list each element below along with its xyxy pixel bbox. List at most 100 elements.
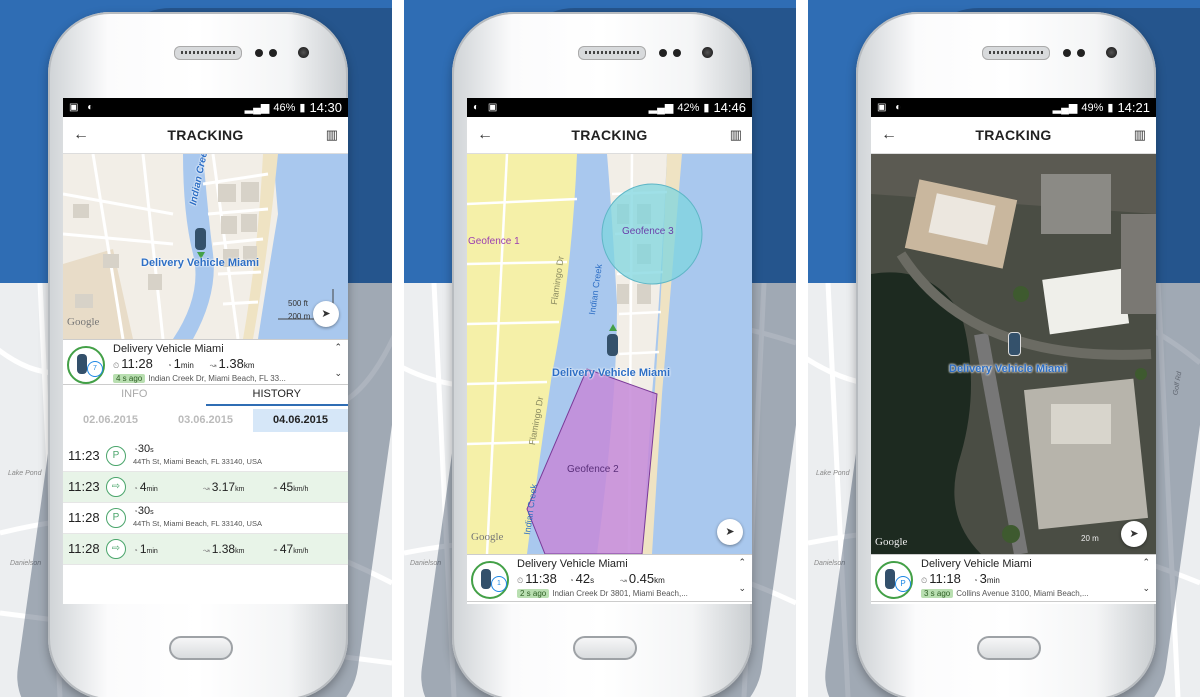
chevron-up-icon[interactable]: ⌃ (334, 342, 342, 353)
camera-icon (702, 47, 713, 58)
history-row[interactable]: 11:28 ⇨ ◔ 1min ↝ 1.38km ◓ 47km/h (63, 534, 348, 565)
duration-icon: ◔ (133, 546, 138, 555)
phone-frame: ▣ ◐ ▂▄▆ 46% ▮ 14:30 ← TRACKING ▥ Indian … (48, 12, 348, 697)
page-title: TRACKING (571, 127, 648, 143)
clock: 14:21 (1117, 100, 1150, 115)
phone-screen: ▣ ◐ ▂▄▆ 49% ▮ 14:21 ← TRACKING ▥ Deliver… (871, 98, 1156, 604)
vehicle-name: Delivery Vehicle Miami (921, 558, 1032, 570)
history-address: 44Th St, Miami Beach, FL 33140, USA (133, 457, 262, 466)
card-time: 11:38 (525, 571, 557, 586)
panel-2: Danielson ◐ ▣ ▂▄▆ 42% ▮ 14:46 ← TRACKING… (404, 0, 796, 697)
locate-button[interactable]: ➤ (313, 301, 339, 327)
status-bar: ▣ ◐ ▂▄▆ 49% ▮ 14:21 (871, 98, 1156, 117)
date-option[interactable]: 03.06.2015 (158, 409, 253, 432)
card-distance-unit: km (654, 576, 665, 585)
street-map[interactable]: Indian Creek Delivery Vehicle Miami 500 … (63, 154, 348, 339)
car-icon (885, 569, 895, 589)
car-icon (481, 569, 491, 589)
distance-icon: ↝ (209, 361, 217, 370)
history-duration: 4 (139, 480, 147, 494)
history-distance-unit: km (235, 548, 245, 555)
history-time: 11:28 (68, 510, 100, 525)
history-time: 11:23 (68, 448, 100, 463)
satellite-map[interactable]: Delivery Vehicle Miami Google 20 m ➤ (871, 154, 1156, 554)
distance-icon: ↝ (620, 576, 627, 585)
notification-icons: ◐ ▣ (473, 102, 501, 113)
sensor-icon (269, 49, 277, 57)
clock: 14:30 (309, 100, 342, 115)
speed-icon: ◓ (273, 546, 278, 555)
clock-icon: ⏲ (113, 361, 120, 370)
notification-icons: ▣ ◐ (877, 102, 905, 113)
history-duration: 1 (139, 542, 147, 556)
navigation-icon: ➤ (321, 308, 331, 320)
chevron-down-icon[interactable]: ⌄ (334, 368, 342, 379)
sensor-icon (255, 49, 263, 57)
home-button[interactable] (169, 636, 233, 660)
vehicle-marker-icon[interactable] (607, 334, 618, 356)
back-arrow-icon[interactable]: ← (477, 126, 497, 144)
back-arrow-icon[interactable]: ← (73, 126, 93, 144)
vehicle-card[interactable]: 1 Delivery Vehicle Miami ⏲ 11:38 ◔ 42 s ↝ 0.… (467, 554, 752, 602)
avatar: 1 (471, 561, 509, 599)
history-distance: 3.17 (211, 480, 236, 494)
map-icon[interactable]: ▥ (318, 127, 338, 143)
battery-percent: 46% (273, 101, 296, 114)
phone-screen: ◐ ▣ ▂▄▆ 42% ▮ 14:46 ← TRACKING ▥ Geofenc… (467, 98, 752, 604)
google-logo: Google (875, 536, 908, 548)
locate-button[interactable]: ➤ (717, 519, 743, 545)
history-row[interactable]: 11:23 ⇨ ◔ 4min ↝ 3.17km ◓ 45km/h (63, 472, 348, 503)
vehicle-card[interactable]: 7 Delivery Vehicle Miami ⏲ 11:28 ◔ 1 min ↝ 1… (63, 339, 348, 385)
signal-icon: ▂▄▆ (244, 102, 270, 114)
chevron-down-icon[interactable]: ⌄ (738, 583, 746, 594)
card-distance-unit: km (243, 361, 255, 370)
signal-icon: ▂▄▆ (648, 102, 674, 114)
google-logo: Google (67, 316, 100, 328)
card-address: Collins Avenue 3100, Miami Beach,... (956, 589, 1089, 598)
tab-history[interactable]: HISTORY (205, 384, 348, 406)
camera-icon (1106, 47, 1117, 58)
sensor-icon (1077, 49, 1085, 57)
navigation-icon: ➤ (1129, 528, 1139, 540)
vehicle-map-label: Delivery Vehicle Miami (949, 363, 1068, 375)
parking-icon: P (106, 508, 126, 528)
navigation-icon: ➤ (725, 526, 735, 538)
history-speed: 45 (279, 480, 294, 494)
locate-button[interactable]: ➤ (1121, 521, 1147, 547)
date-option-selected[interactable]: 04.06.2015 (253, 409, 348, 432)
app-bar: ← TRACKING ▥ (467, 117, 752, 154)
chevron-down-icon[interactable]: ⌄ (1142, 583, 1150, 594)
street-map[interactable]: Geofence 1 Geofence 3 Geofence 2 Flaming… (467, 154, 752, 554)
speed-icon: ◓ (273, 484, 278, 493)
duration-icon: ◔ (972, 576, 978, 585)
history-duration-unit: s (150, 509, 154, 516)
history-speed-unit: km/h (293, 548, 309, 555)
chevron-up-icon[interactable]: ⌃ (1142, 557, 1150, 568)
tab-info[interactable]: INFO (63, 384, 206, 406)
vehicle-map-label: Delivery Vehicle Miami (141, 257, 260, 269)
vehicle-marker-icon[interactable] (195, 228, 206, 250)
battery-icon: ▮ (703, 102, 710, 114)
notification-icons: ▣ ◐ (69, 102, 97, 113)
history-row[interactable]: 11:28 P ◔30s 44Th St, Miami Beach, FL 33… (63, 503, 348, 534)
map-icon[interactable]: ▥ (722, 127, 742, 143)
chevron-up-icon[interactable]: ⌃ (738, 557, 746, 568)
card-duration: 42 (575, 571, 591, 586)
last-update-badge: 2 s ago (517, 589, 550, 598)
vehicle-name: Delivery Vehicle Miami (113, 343, 224, 355)
home-button[interactable] (573, 636, 637, 660)
geofence-2-label: Geofence 2 (567, 464, 619, 475)
sensor-icon (1063, 49, 1071, 57)
vehicle-marker-icon[interactable] (1008, 332, 1021, 356)
history-row[interactable]: 11:23 P ◔30s 44Th St, Miami Beach, FL 33… (63, 441, 348, 472)
vehicle-card[interactable]: P Delivery Vehicle Miami ⏲ 11:18 ◔ 3 min 3 … (871, 554, 1156, 602)
battery-icon: ▮ (299, 102, 306, 114)
duration-icon: ◔ (568, 576, 574, 585)
back-arrow-icon[interactable]: ← (881, 126, 901, 144)
map-icon[interactable]: ▥ (1126, 127, 1146, 143)
date-option[interactable]: 02.06.2015 (63, 409, 158, 432)
history-duration: 30 (137, 505, 151, 517)
car-icon (77, 354, 87, 374)
camera-icon (298, 47, 309, 58)
home-button[interactable] (977, 636, 1041, 660)
